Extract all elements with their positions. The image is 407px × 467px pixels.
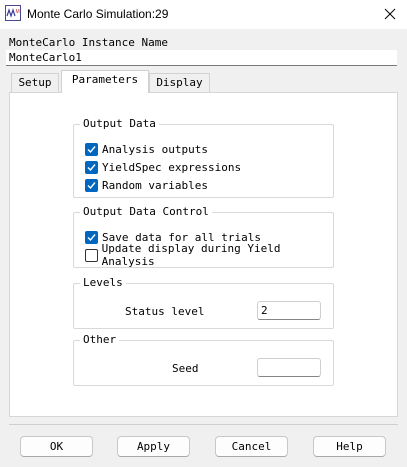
checkbox-checked-icon <box>85 178 98 192</box>
window-title: Monte Carlo Simulation:29 <box>27 7 169 21</box>
svg-text:M: M <box>16 9 20 15</box>
seed-input[interactable] <box>257 358 321 377</box>
output-data-title: Output Data <box>80 117 159 130</box>
help-button[interactable]: Help <box>313 436 386 457</box>
tab-setup-label: Setup <box>18 76 52 89</box>
cancel-button[interactable]: Cancel <box>215 436 288 457</box>
close-icon <box>384 8 395 20</box>
random-variables-label: Random variables <box>102 178 208 192</box>
tab-parameters[interactable]: Parameters <box>61 70 149 93</box>
tab-display-label: Display <box>156 76 203 89</box>
checkbox-checked-icon <box>85 142 98 156</box>
instance-name-label: MonteCarlo Instance Name <box>9 36 168 49</box>
analysis-outputs-checkbox[interactable]: Analysis outputs <box>85 142 208 156</box>
parameters-panel: Output Data Analysis outputs YieldSpec e… <box>9 92 398 417</box>
status-level-input[interactable]: 2 <box>257 301 321 320</box>
checkbox-unchecked-icon <box>85 248 98 262</box>
instance-name-input[interactable]: MonteCarlo1 <box>6 50 397 66</box>
yieldspec-expressions-checkbox[interactable]: YieldSpec expressions <box>85 160 241 174</box>
output-data-control-title: Output Data Control <box>80 205 212 218</box>
other-title: Other <box>80 333 120 346</box>
levels-group: Levels Status level 2 <box>73 276 334 329</box>
app-icon: M <box>5 5 21 21</box>
output-data-control-group: Output Data Control Save data for all tr… <box>73 205 334 268</box>
tab-parameters-label: Parameters <box>71 73 139 86</box>
ok-button[interactable]: OK <box>20 436 93 457</box>
footer-divider <box>9 424 398 425</box>
other-group: Other Seed <box>73 333 334 386</box>
random-variables-checkbox[interactable]: Random variables <box>85 178 208 192</box>
close-button[interactable] <box>372 0 407 28</box>
seed-label: Seed <box>172 362 199 375</box>
yieldspec-expressions-label: YieldSpec expressions <box>102 160 242 174</box>
checkbox-checked-icon <box>85 230 98 244</box>
output-data-group: Output Data Analysis outputs YieldSpec e… <box>73 117 334 198</box>
checkbox-checked-icon <box>85 160 98 174</box>
apply-button[interactable]: Apply <box>117 436 190 457</box>
tab-display[interactable]: Display <box>149 73 210 93</box>
status-level-label: Status level <box>125 305 205 318</box>
update-display-checkbox[interactable]: Update display during Yield Analysis <box>85 242 333 268</box>
tab-setup[interactable]: Setup <box>11 73 59 93</box>
update-display-label: Update display during Yield Analysis <box>101 242 281 268</box>
title-bar: M Monte Carlo Simulation:29 <box>0 0 407 30</box>
levels-title: Levels <box>80 276 126 289</box>
analysis-outputs-label: Analysis outputs <box>102 142 208 156</box>
